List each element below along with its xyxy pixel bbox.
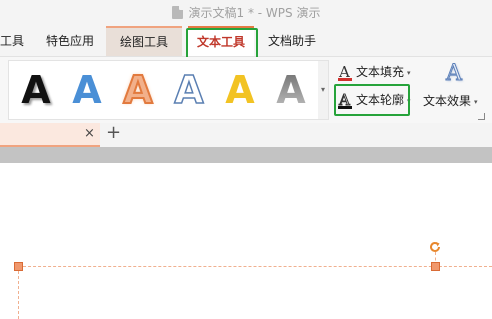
ribbon-panel: A A A A A A ▾ A 文本填充 ▾ A 文本轮廓 ▾ A 文本效果 ▾ <box>0 57 492 123</box>
dialog-launcher-icon[interactable] <box>478 113 485 120</box>
selection-border-left <box>18 266 19 319</box>
resize-handle-top-left[interactable] <box>14 262 23 271</box>
resize-handle-top-center[interactable] <box>431 262 440 271</box>
wordart-style-gray-gradient[interactable]: A <box>266 65 316 115</box>
chevron-down-icon: ▾ <box>474 97 478 106</box>
selection-border-top <box>18 266 492 267</box>
wordart-style-blue[interactable]: A <box>62 65 112 115</box>
wordart-style-orange-glow[interactable]: A <box>113 65 163 115</box>
text-effect-icon[interactable]: A <box>442 61 466 87</box>
text-fill-button[interactable]: A 文本填充 ▾ <box>338 63 411 81</box>
window-title: 演示文稿1 * - WPS 演示 <box>188 5 321 20</box>
document-icon <box>171 5 183 19</box>
rotate-handle-icon[interactable] <box>428 240 442 254</box>
text-fill-icon: A <box>338 63 352 81</box>
highlight-box-text-tools <box>186 28 258 60</box>
tab-tools[interactable]: 工具 <box>0 28 26 54</box>
tab-special-apps[interactable]: 特色应用 <box>42 28 98 54</box>
document-tab-strip: × + <box>0 122 492 147</box>
tab-drawing-tools[interactable]: 绘图工具 <box>106 26 182 56</box>
wordart-gallery: A A A A A A <box>8 60 320 120</box>
wordart-style-black[interactable]: A <box>11 65 61 115</box>
wordart-style-yellow[interactable]: A <box>215 65 265 115</box>
new-tab-button[interactable]: + <box>106 122 121 143</box>
workspace-divider <box>0 147 492 163</box>
wordart-style-outline-blue[interactable]: A <box>164 65 214 115</box>
close-icon[interactable]: × <box>84 126 95 142</box>
slide-canvas[interactable] <box>0 163 492 319</box>
title-bar: 演示文稿1 * - WPS 演示 <box>0 0 492 24</box>
text-effect-button[interactable]: 文本效果 ▾ <box>423 92 478 109</box>
text-effect-label: 文本效果 <box>423 94 472 108</box>
gallery-more-button[interactable]: ▾ <box>318 60 329 120</box>
document-tab[interactable]: × <box>0 123 100 147</box>
tab-doc-assistant[interactable]: 文档助手 <box>262 28 322 54</box>
highlight-box-text-outline <box>334 84 410 116</box>
chevron-down-icon: ▾ <box>407 68 411 77</box>
text-fill-label: 文本填充 <box>356 65 405 79</box>
